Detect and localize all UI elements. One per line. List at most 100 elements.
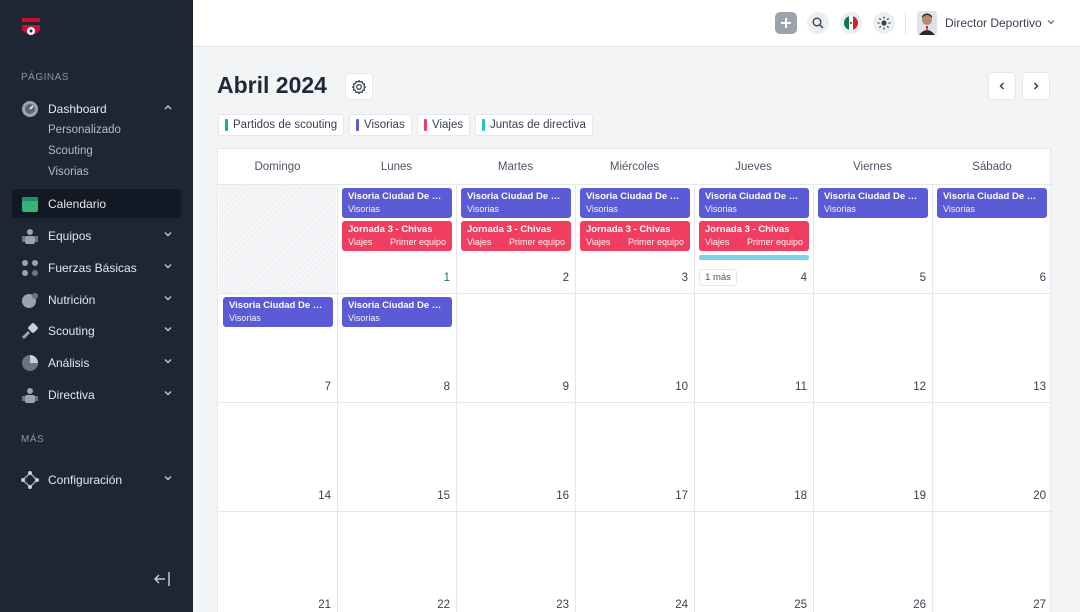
chevron-down-icon [163, 388, 173, 401]
sidebar-item-nutricion[interactable]: Nutrición [12, 285, 181, 314]
sidebar-item-configuracion[interactable]: Configuración [12, 465, 181, 494]
sidebar-item-dashboard[interactable]: Dashboard [12, 94, 181, 123]
section-label-pages: PÁGINAS [21, 72, 69, 83]
theme-toggle-icon[interactable] [873, 12, 895, 34]
day-number[interactable]: 22 [420, 599, 450, 611]
outside-month-cell [219, 185, 336, 293]
search-icon[interactable] [807, 12, 829, 34]
event-category: Visorias [467, 204, 499, 214]
event-jornada[interactable]: Jornada 3 - Chivas Viajes Primer equipo [342, 221, 452, 251]
sidebar-item-scouting[interactable]: Scouting [12, 316, 181, 345]
event-visoria[interactable]: Visoria Ciudad De México Visorias [223, 297, 333, 327]
sidebar-item-label: Dashboard [48, 101, 107, 116]
legend-visorias[interactable]: Visorias [349, 114, 412, 136]
day-number[interactable]: 18 [777, 490, 807, 502]
day-number[interactable]: 8 [420, 381, 450, 393]
event-visoria[interactable]: Visoria Ciudad De México Visorias [342, 297, 452, 327]
legend-juntas-directiva[interactable]: Juntas de directiva [475, 114, 593, 136]
day-number[interactable]: 4 [777, 272, 807, 284]
sidebar-item-directiva[interactable]: Directiva [12, 380, 181, 409]
grid-col-line [575, 184, 576, 612]
legend-partidos-scouting[interactable]: Partidos de scouting [218, 114, 345, 136]
day-number[interactable]: 14 [301, 490, 331, 502]
day-number[interactable]: 13 [1016, 381, 1046, 393]
next-month-button[interactable] [1022, 72, 1050, 100]
event-category: Visorias [348, 204, 380, 214]
weekday-header: Miércoles [609, 160, 660, 173]
day-number[interactable]: 16 [539, 490, 569, 502]
day-number[interactable]: 27 [1016, 599, 1046, 611]
day-number[interactable]: 10 [658, 381, 688, 393]
sidebar-item-analisis[interactable]: Análisis [12, 348, 181, 377]
event-category: Visorias [348, 313, 380, 323]
sidebar-item-label: Fuerzas Básicas [48, 260, 137, 275]
day-number[interactable]: 23 [539, 599, 569, 611]
event-visoria[interactable]: Visoria Ciudad De México Visorias [461, 188, 571, 218]
legend-label: Viajes [432, 119, 464, 131]
day-number[interactable]: 5 [896, 272, 926, 284]
event-visoria[interactable]: Visoria Ciudad De México Visorias [580, 188, 690, 218]
sidebar-item-label: Directiva [48, 387, 95, 402]
event-junta-partial[interactable] [699, 255, 809, 260]
prev-month-button[interactable] [988, 72, 1016, 100]
event-jornada[interactable]: Jornada 3 - Chivas Viajes Primer equipo [580, 221, 690, 251]
user-menu[interactable]: Director Deportivo [917, 11, 1056, 35]
event-category: Visorias [943, 204, 975, 214]
legend-viajes[interactable]: Viajes [417, 114, 471, 136]
weekday-header: Viernes [853, 160, 892, 173]
event-meta: Viajes Primer equipo [467, 236, 565, 249]
event-visoria[interactable]: Visoria Ciudad De México Visorias [699, 188, 809, 218]
legend-color [482, 119, 485, 131]
club-logo[interactable] [20, 16, 42, 40]
day-number[interactable]: 1 [420, 272, 450, 284]
event-visoria[interactable]: Visoria Ciudad De México Visorias [342, 188, 452, 218]
sidebar-subitem-personalizado[interactable]: Personalizado [48, 124, 121, 136]
event-title: Visoria Ciudad De México [348, 300, 446, 311]
sidebar-item-calendario[interactable]: Calendario [12, 189, 181, 218]
event-visoria[interactable]: Visoria Ciudad De México Visorias [937, 188, 1047, 218]
event-jornada[interactable]: Jornada 3 - Chivas Viajes Primer equipo [699, 221, 809, 251]
day-number[interactable]: 19 [896, 490, 926, 502]
event-title: Visoria Ciudad De México [943, 191, 1041, 202]
day-number[interactable]: 6 [1016, 272, 1046, 284]
gear-nodes-icon [20, 470, 40, 490]
day-number[interactable]: 17 [658, 490, 688, 502]
add-button[interactable] [775, 12, 797, 34]
event-category: Visorias [586, 204, 618, 214]
sidebar-subitem-visorias[interactable]: Visorias [48, 166, 89, 178]
day-number[interactable]: 26 [896, 599, 926, 611]
event-category: Viajes [467, 237, 492, 247]
day-number[interactable]: 25 [777, 599, 807, 611]
sidebar-item-equipos[interactable]: Equipos [12, 221, 181, 250]
event-jornada[interactable]: Jornada 3 - Chivas Viajes Primer equipo [461, 221, 571, 251]
event-title: Visoria Ciudad De México [229, 300, 327, 311]
legend-color [225, 119, 228, 131]
weekday-header: Jueves [735, 160, 772, 173]
legend-label: Visorias [364, 119, 405, 131]
more-events-button[interactable]: 1 más [699, 269, 737, 286]
day-number[interactable]: 9 [539, 381, 569, 393]
chevron-down-icon [163, 473, 173, 486]
sidebar-item-fuerzas-basicas[interactable]: Fuerzas Básicas [12, 253, 181, 282]
day-number[interactable]: 12 [896, 381, 926, 393]
day-number[interactable]: 20 [1016, 490, 1046, 502]
mexico-flag-icon[interactable] [840, 12, 862, 34]
calendar-settings-button[interactable] [345, 73, 373, 100]
weekday-header: Sábado [972, 160, 1012, 173]
grid-col-line [337, 184, 338, 612]
day-number[interactable]: 2 [539, 272, 569, 284]
day-number[interactable]: 7 [301, 381, 331, 393]
day-number[interactable]: 21 [301, 599, 331, 611]
sidebar-subitem-scouting[interactable]: Scouting [48, 145, 93, 157]
day-number[interactable]: 24 [658, 599, 688, 611]
grid-col-line [694, 184, 695, 612]
chevron-down-icon [163, 324, 173, 337]
day-number[interactable]: 15 [420, 490, 450, 502]
day-number[interactable]: 11 [777, 381, 807, 393]
grid-row-line [218, 402, 1052, 403]
collapse-sidebar-icon[interactable] [152, 570, 172, 588]
legend-label: Juntas de directiva [490, 119, 586, 131]
grid-col-line [456, 184, 457, 612]
day-number[interactable]: 3 [658, 272, 688, 284]
event-visoria[interactable]: Visoria Ciudad De México Visorias [818, 188, 928, 218]
